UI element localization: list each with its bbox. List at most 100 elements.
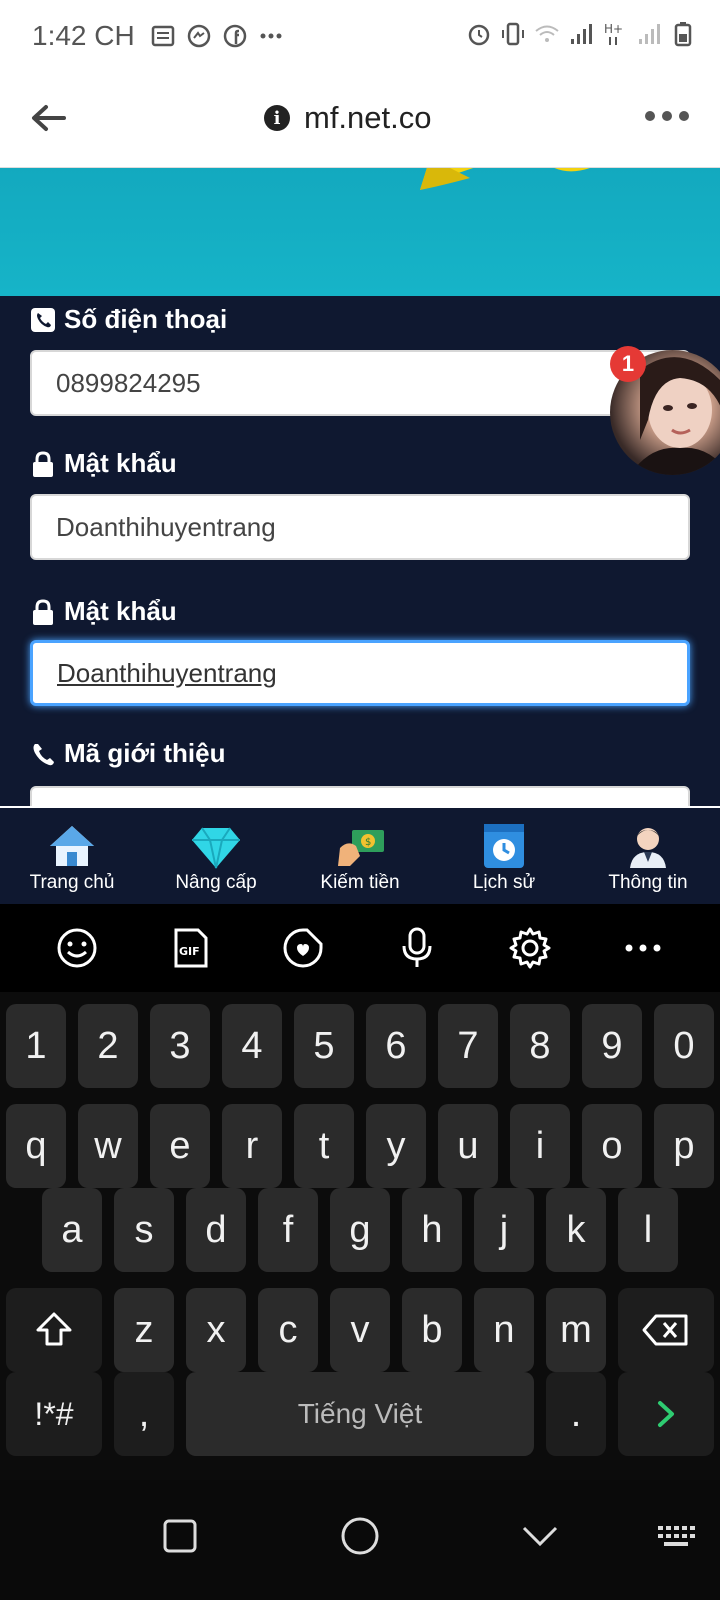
key-v[interactable]: v	[330, 1288, 390, 1372]
nav-item-profile[interactable]: Thông tin	[576, 808, 720, 904]
backspace-icon	[642, 1314, 688, 1346]
bottom-navigation: Trang chủ Nâng cấp $ Kiếm tiền Lịch sử T…	[0, 806, 720, 904]
nav-item-history[interactable]: Lịch sử	[432, 808, 576, 904]
nav-label-earn: Kiếm tiền	[320, 872, 400, 893]
settings-gear-icon[interactable]	[508, 926, 552, 970]
referral-label: Mã giới thiệu	[30, 738, 225, 769]
backspace-key[interactable]	[618, 1288, 714, 1372]
svg-text:GIF: GIF	[179, 945, 200, 958]
nav-label-history: Lịch sử	[472, 872, 536, 893]
key-e[interactable]: e	[150, 1104, 210, 1188]
more-notifications-icon	[260, 33, 282, 39]
microphone-icon[interactable]	[395, 926, 439, 970]
more-options-icon[interactable]	[621, 926, 665, 970]
key-f[interactable]: f	[258, 1188, 318, 1272]
key-5[interactable]: 5	[294, 1004, 354, 1088]
password-label-text: Mật khẩu	[64, 448, 177, 478]
enter-key[interactable]	[618, 1372, 714, 1456]
recent-apps-icon[interactable]	[158, 1514, 202, 1558]
period-key[interactable]: .	[546, 1372, 606, 1456]
history-icon	[484, 824, 524, 868]
back-arrow-icon[interactable]	[28, 98, 68, 138]
home-button-icon[interactable]	[338, 1514, 382, 1558]
svg-text:$: $	[365, 837, 371, 848]
key-4[interactable]: 4	[222, 1004, 282, 1088]
phone-label: Số điện thoại	[30, 304, 227, 335]
referral-label-text: Mã giới thiệu	[64, 738, 226, 768]
key-o[interactable]: o	[582, 1104, 642, 1188]
battery-icon	[674, 22, 692, 47]
key-p[interactable]: p	[654, 1104, 714, 1188]
referral-field[interactable]	[30, 786, 690, 806]
notification-icons	[150, 22, 284, 50]
sticker-icon[interactable]	[281, 926, 325, 970]
key-3[interactable]: 3	[150, 1004, 210, 1088]
lock-icon	[33, 598, 53, 625]
key-0[interactable]: 0	[654, 1004, 714, 1088]
gif-icon[interactable]: GIF	[168, 926, 212, 970]
key-9[interactable]: 9	[582, 1004, 642, 1088]
emoji-icon[interactable]	[55, 926, 99, 970]
shift-key[interactable]	[6, 1288, 102, 1372]
confirm-password-label-text: Mật khẩu	[64, 596, 177, 626]
password-value: Doanthihuyentrang	[56, 511, 276, 542]
phone-label-text: Số điện thoại	[64, 304, 228, 334]
banner-graphic	[420, 168, 590, 190]
key-k[interactable]: k	[546, 1188, 606, 1272]
space-key[interactable]: Tiếng Việt	[186, 1372, 534, 1456]
url-text: mf.net.co	[304, 100, 432, 135]
key-h[interactable]: h	[402, 1188, 462, 1272]
key-r[interactable]: r	[222, 1104, 282, 1188]
key-g[interactable]: g	[330, 1188, 390, 1272]
status-bar: 1:42 CH H+	[0, 0, 720, 74]
home-icon	[50, 826, 94, 866]
comma-key[interactable]: ,	[114, 1372, 174, 1456]
chat-unread-badge: 1	[610, 346, 646, 382]
key-n[interactable]: n	[474, 1288, 534, 1372]
key-x[interactable]: x	[186, 1288, 246, 1372]
key-i[interactable]: i	[510, 1104, 570, 1188]
key-q[interactable]: q	[6, 1104, 66, 1188]
alarm-icon	[468, 24, 490, 46]
key-t[interactable]: t	[294, 1104, 354, 1188]
signal-2-icon	[639, 24, 660, 44]
symbols-key[interactable]: !*#	[6, 1372, 102, 1456]
key-8[interactable]: 8	[510, 1004, 570, 1088]
key-m[interactable]: m	[546, 1288, 606, 1372]
system-status-icons: H+	[466, 20, 696, 48]
keyboard: 1 2 3 4 5 6 7 8 9 0 q w e r t y u i o p …	[0, 992, 720, 1480]
key-l[interactable]: l	[618, 1188, 678, 1272]
site-info-icon[interactable]: i	[264, 105, 290, 131]
key-2[interactable]: 2	[78, 1004, 138, 1088]
signal-icon	[571, 24, 592, 44]
money-icon: $	[338, 830, 384, 866]
phone-icon	[31, 307, 55, 332]
system-navigation-bar	[0, 1480, 720, 1600]
key-j[interactable]: j	[474, 1188, 534, 1272]
key-y[interactable]: y	[366, 1104, 426, 1188]
nav-item-upgrade[interactable]: Nâng cấp	[144, 808, 288, 904]
browser-menu-icon[interactable]	[644, 104, 690, 128]
key-6[interactable]: 6	[366, 1004, 426, 1088]
key-d[interactable]: d	[186, 1188, 246, 1272]
hide-keyboard-icon[interactable]	[518, 1514, 562, 1558]
vibrate-icon	[502, 22, 524, 46]
nav-item-earn[interactable]: $ Kiếm tiền	[288, 808, 432, 904]
key-u[interactable]: u	[438, 1104, 498, 1188]
address-bar[interactable]: i mf.net.co	[264, 100, 432, 136]
password-field[interactable]: Doanthihuyentrang	[30, 494, 690, 560]
key-w[interactable]: w	[78, 1104, 138, 1188]
key-z[interactable]: z	[114, 1288, 174, 1372]
key-a[interactable]: a	[42, 1188, 102, 1272]
key-1[interactable]: 1	[6, 1004, 66, 1088]
key-7[interactable]: 7	[438, 1004, 498, 1088]
confirm-password-field[interactable]: Doanthihuyentrang	[30, 640, 690, 706]
facebook-icon	[223, 24, 247, 48]
key-s[interactable]: s	[114, 1188, 174, 1272]
key-b[interactable]: b	[402, 1288, 462, 1372]
keyboard-switch-icon[interactable]	[654, 1514, 698, 1558]
phone-field[interactable]: 0899824295	[30, 350, 690, 416]
profile-icon	[630, 828, 666, 868]
key-c[interactable]: c	[258, 1288, 318, 1372]
nav-item-home[interactable]: Trang chủ	[0, 808, 144, 904]
